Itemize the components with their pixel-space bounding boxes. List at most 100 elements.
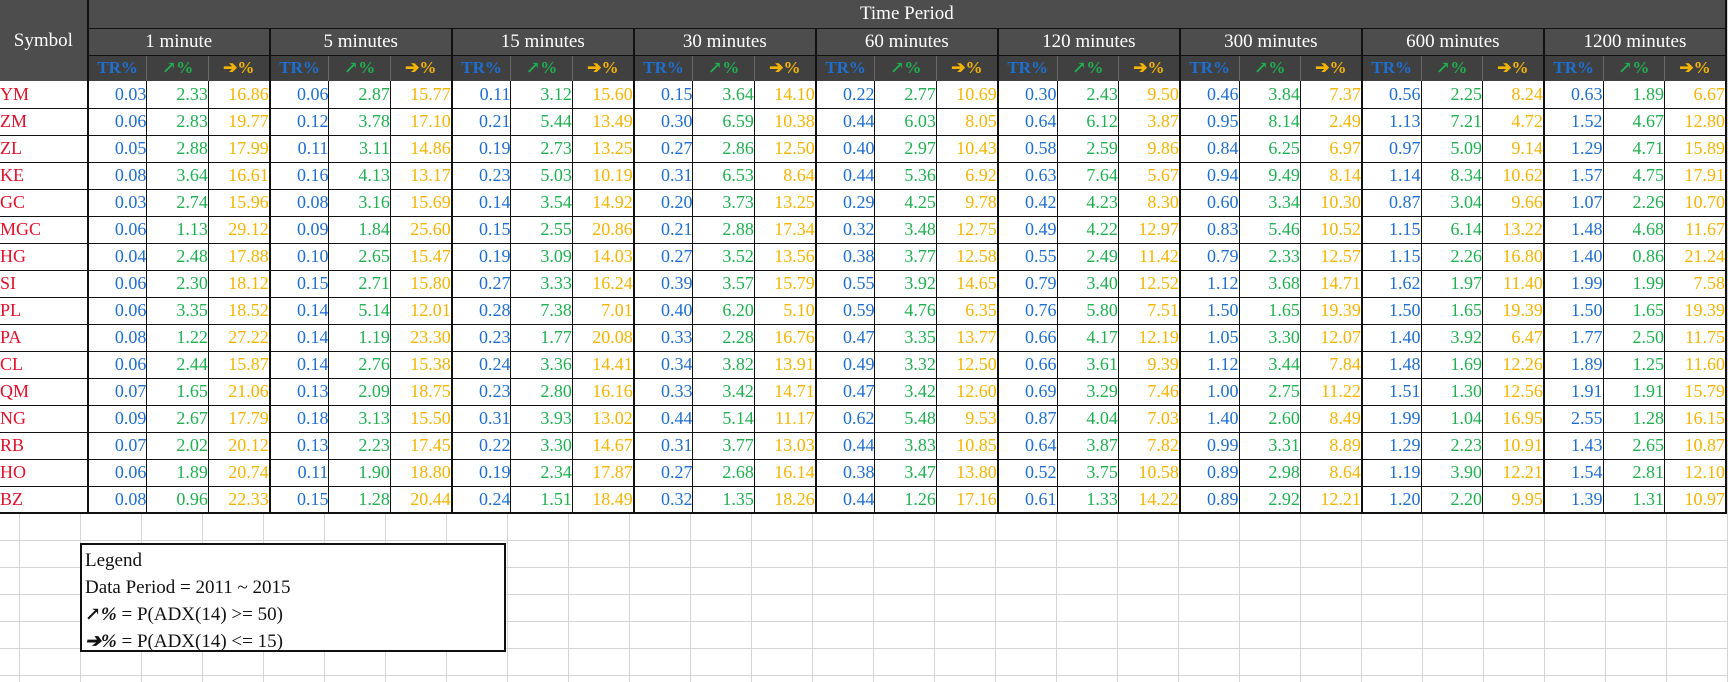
sideways-percent-cell[interactable]: 6.97	[1299, 135, 1362, 163]
tr-percent-cell[interactable]: 0.10	[268, 243, 329, 271]
trend-up-percent-cell[interactable]: 2.23	[1420, 432, 1483, 460]
tr-percent-cell[interactable]: 1.48	[1360, 351, 1422, 379]
trend-up-percent-cell[interactable]: 2.09	[328, 378, 391, 406]
sideways-percent-cell[interactable]: 29.12	[207, 216, 270, 244]
tr-percent-cell[interactable]: 0.87	[996, 405, 1057, 433]
tr-percent-cell[interactable]: 0.15	[450, 216, 511, 244]
tr-percent-cell[interactable]: 0.39	[632, 270, 693, 298]
sideways-percent-cell[interactable]: 13.25	[571, 135, 634, 163]
trend-up-percent-cell[interactable]: 6.53	[692, 162, 755, 190]
trend-up-percent-cell[interactable]: 3.73	[692, 189, 755, 217]
sideways-percent-cell[interactable]: 14.22	[1117, 486, 1180, 514]
tr-percent-cell[interactable]: 0.84	[1178, 135, 1240, 163]
sideways-percent-cell[interactable]: 6.92	[935, 162, 998, 190]
sideways-percent-cell[interactable]: 12.21	[1481, 459, 1544, 487]
sideways-percent-cell[interactable]: 17.99	[207, 135, 270, 163]
tr-percent-cell[interactable]: 0.18	[268, 405, 329, 433]
symbol-cell[interactable]: KE	[0, 162, 89, 190]
trend-up-percent-cell[interactable]: 2.59	[1056, 135, 1119, 163]
trend-up-percent-cell[interactable]: 2.60	[1238, 405, 1301, 433]
trend-up-percent-cell[interactable]: 3.32	[874, 351, 937, 379]
sideways-percent-cell[interactable]: 8.24	[1481, 81, 1544, 109]
period-header[interactable]: 1 minute	[86, 27, 270, 55]
tr-percent-cell[interactable]: 0.76	[996, 297, 1057, 325]
sideways-percent-cell[interactable]: 18.49	[571, 486, 634, 514]
trend-up-percent-cell[interactable]: 2.34	[510, 459, 573, 487]
tr-percent-cell[interactable]: 0.63	[996, 162, 1057, 190]
tr-percent-cell[interactable]: 0.13	[268, 378, 329, 406]
tr-percent-cell[interactable]: 0.64	[996, 108, 1057, 136]
trend-up-percent-cell[interactable]: 2.28	[692, 324, 755, 352]
trend-up-percent-cell[interactable]: 4.22	[1056, 216, 1119, 244]
period-header[interactable]: 120 minutes	[996, 27, 1180, 55]
tr-percent-cell[interactable]: 0.42	[996, 189, 1057, 217]
sideways-percent-cell[interactable]: 15.50	[389, 405, 452, 433]
trend-up-percent-cell[interactable]: 7.38	[510, 297, 573, 325]
tr-percent-cell[interactable]: 0.06	[86, 297, 147, 325]
trend-up-percent-cell[interactable]: 2.65	[328, 243, 391, 271]
trend-up-percent-cell[interactable]: 2.48	[146, 243, 209, 271]
sideways-percent-cell[interactable]: 19.39	[1481, 297, 1544, 325]
symbol-cell[interactable]: ZM	[0, 108, 89, 136]
trend-up-percent-header[interactable]: ↗%	[1420, 54, 1483, 81]
sideways-percent-header[interactable]: ➔%	[571, 54, 634, 81]
trend-up-percent-cell[interactable]: 2.73	[510, 135, 573, 163]
sideways-percent-header[interactable]: ➔%	[207, 54, 270, 81]
sideways-percent-cell[interactable]: 14.71	[1299, 270, 1362, 298]
tr-percent-cell[interactable]: 0.40	[814, 135, 875, 163]
trend-up-percent-cell[interactable]: 4.25	[874, 189, 937, 217]
sideways-percent-cell[interactable]: 7.37	[1299, 81, 1362, 109]
trend-up-percent-cell[interactable]: 1.30	[1420, 378, 1483, 406]
sideways-percent-cell[interactable]: 10.52	[1299, 216, 1362, 244]
sideways-percent-cell[interactable]: 15.89	[1663, 135, 1727, 163]
tr-percent-cell[interactable]: 0.22	[814, 81, 875, 109]
tr-percent-cell[interactable]: 0.52	[996, 459, 1057, 487]
tr-percent-cell[interactable]: 0.62	[814, 405, 875, 433]
sideways-percent-header[interactable]: ➔%	[1663, 54, 1727, 81]
tr-percent-cell[interactable]: 0.14	[268, 297, 329, 325]
trend-up-percent-cell[interactable]: 1.25	[1602, 351, 1665, 379]
sideways-percent-cell[interactable]: 10.30	[1299, 189, 1362, 217]
tr-percent-cell[interactable]: 0.87	[1360, 189, 1422, 217]
tr-percent-cell[interactable]: 0.33	[632, 378, 693, 406]
sideways-percent-cell[interactable]: 16.15	[1663, 405, 1727, 433]
sideways-percent-cell[interactable]: 13.91	[753, 351, 816, 379]
sideways-percent-cell[interactable]: 12.50	[935, 351, 998, 379]
sideways-percent-cell[interactable]: 18.26	[753, 486, 816, 514]
trend-up-percent-cell[interactable]: 2.23	[328, 432, 391, 460]
period-header[interactable]: 15 minutes	[450, 27, 634, 55]
sideways-percent-cell[interactable]: 9.78	[935, 189, 998, 217]
tr-percent-cell[interactable]: 0.21	[632, 216, 693, 244]
tr-percent-cell[interactable]: 0.40	[632, 297, 693, 325]
symbol-cell[interactable]: HO	[0, 459, 89, 487]
tr-percent-cell[interactable]: 0.08	[268, 189, 329, 217]
sideways-percent-cell[interactable]: 20.44	[389, 486, 452, 514]
sideways-percent-header[interactable]: ➔%	[389, 54, 452, 81]
tr-percent-cell[interactable]: 1.13	[1360, 108, 1422, 136]
sideways-percent-cell[interactable]: 22.33	[207, 486, 270, 514]
tr-percent-cell[interactable]: 1.50	[1542, 297, 1604, 325]
sideways-percent-cell[interactable]: 7.84	[1299, 351, 1362, 379]
symbol-cell[interactable]: NG	[0, 405, 89, 433]
symbol-cell[interactable]: BZ	[0, 486, 89, 514]
period-header[interactable]: 5 minutes	[268, 27, 452, 55]
trend-up-percent-cell[interactable]: 1.65	[1238, 297, 1301, 325]
trend-up-percent-cell[interactable]: 1.89	[146, 459, 209, 487]
trend-up-percent-cell[interactable]: 1.99	[1602, 270, 1665, 298]
tr-percent-cell[interactable]: 1.12	[1178, 351, 1240, 379]
trend-up-percent-cell[interactable]: 2.83	[146, 108, 209, 136]
tr-percent-cell[interactable]: 0.14	[450, 189, 511, 217]
sideways-percent-cell[interactable]: 15.47	[389, 243, 452, 271]
trend-up-percent-cell[interactable]: 5.14	[692, 405, 755, 433]
trend-up-percent-cell[interactable]: 2.86	[692, 135, 755, 163]
trend-up-percent-cell[interactable]: 3.52	[692, 243, 755, 271]
trend-up-percent-header[interactable]: ↗%	[1238, 54, 1301, 81]
sideways-percent-cell[interactable]: 14.10	[753, 81, 816, 109]
trend-up-percent-cell[interactable]: 3.93	[510, 405, 573, 433]
trend-up-percent-cell[interactable]: 1.33	[1056, 486, 1119, 514]
tr-percent-cell[interactable]: 1.52	[1542, 108, 1604, 136]
sideways-percent-cell[interactable]: 6.47	[1481, 324, 1544, 352]
sideways-percent-cell[interactable]: 13.77	[935, 324, 998, 352]
period-header[interactable]: 300 minutes	[1178, 27, 1362, 55]
trend-up-percent-cell[interactable]: 3.64	[692, 81, 755, 109]
